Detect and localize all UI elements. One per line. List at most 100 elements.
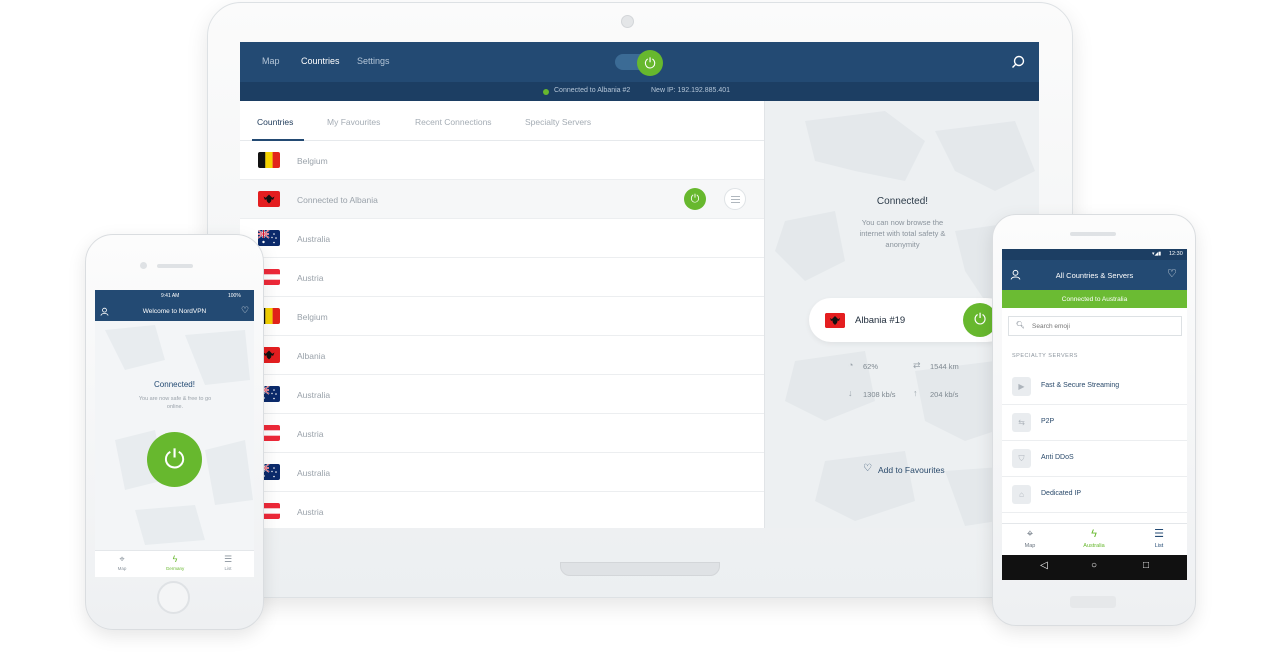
upload-speed: 204 kb/s	[930, 390, 959, 399]
iphone-title: Welcome to NordVPN	[142, 308, 207, 315]
android-screen: ▾◢▮ 12:30 All Countries & Servers ♡ Conn…	[1002, 249, 1187, 580]
country-row[interactable]: Belgium	[240, 141, 764, 180]
download-icon: ↓	[848, 388, 853, 398]
heart-icon[interactable]: ♡	[863, 463, 872, 474]
country-row[interactable]: Connected to Albania ⏻	[240, 180, 764, 219]
list-item-streaming[interactable]: ▶ Fast & Secure Streaming	[1002, 369, 1187, 405]
tab-map-label: Map	[117, 566, 127, 571]
tab-list[interactable]: ☰ List	[208, 553, 248, 571]
list-icon: ☰	[223, 554, 233, 564]
power-icon[interactable]: ⏻	[684, 188, 706, 210]
android-status-bar: ▾◢▮ 12:30	[1002, 249, 1187, 260]
tab-my-favourites[interactable]: My Favourites	[327, 117, 380, 127]
iphone-time: 9:41 AM	[161, 293, 180, 299]
tab-map[interactable]: ⌖ Map	[102, 553, 142, 571]
download-speed: 1308 kb/s	[863, 390, 896, 399]
load-icon: ◔	[848, 360, 854, 370]
albania-flag	[258, 191, 280, 207]
tab-australia[interactable]: ϟ Australia	[1069, 526, 1119, 549]
country-row[interactable]: Albania	[240, 336, 764, 375]
country-name: Belgium	[297, 156, 328, 166]
list-item-label: Dedicated IP	[1041, 490, 1082, 497]
p2p-icon: ⇆	[1012, 413, 1031, 432]
search-input[interactable]	[1032, 323, 1172, 330]
server-distance: 1544 km	[930, 362, 959, 371]
list-item-anti-ddos[interactable]: ⛉ Anti DDoS	[1002, 441, 1187, 477]
signal-icon: ▾◢▮	[1152, 251, 1162, 257]
connection-status: Connected to Albania #2	[554, 87, 631, 94]
tab-recent-connections[interactable]: Recent Connections	[415, 117, 492, 127]
list-item-label: Anti DDoS	[1041, 454, 1074, 461]
albania-flag	[825, 313, 845, 328]
search-icon[interactable]	[1010, 54, 1026, 70]
add-to-favourites-link[interactable]: Add to Favourites	[878, 465, 945, 475]
search-field[interactable]: 🔍︎	[1008, 316, 1182, 336]
country-name: Austria	[297, 507, 324, 517]
iphone-tab-bar: ⌖ Map ϟ Germany ☰ List	[95, 550, 254, 577]
top-nav-bar: Map Countries Settings ⏻	[240, 42, 1039, 82]
heart-icon[interactable]: ♡	[1167, 267, 1177, 280]
country-row[interactable]: Australia	[240, 453, 764, 492]
list-icon: ☰	[1154, 528, 1164, 540]
power-icon[interactable]: ⏻	[147, 432, 202, 487]
laptop-notch	[560, 562, 720, 576]
connected-subtitle: You can now browse the internet with tot…	[859, 218, 946, 249]
bolt-icon: ϟ	[1091, 528, 1097, 540]
iphone-home-button[interactable]	[157, 581, 190, 614]
map-pin-icon: ⌖	[1026, 528, 1034, 540]
nav-settings[interactable]: Settings	[357, 56, 390, 66]
upload-icon: ↑	[913, 388, 918, 398]
country-row[interactable]: Australia	[240, 219, 764, 258]
tab-list[interactable]: ☰ List	[1134, 526, 1184, 549]
country-row[interactable]: Belgium	[240, 297, 764, 336]
tab-map[interactable]: ⌖ Map	[1005, 526, 1055, 549]
home-icon: ⌂	[1012, 485, 1031, 504]
android-nav-bar: ◁ ○ □	[1002, 555, 1187, 580]
australia-flag	[258, 230, 280, 246]
iphone-speaker	[157, 264, 193, 268]
list-item-dedicated-ip[interactable]: ⌂ Dedicated IP	[1002, 477, 1187, 513]
nav-countries[interactable]: Countries	[301, 56, 340, 66]
country-name: Australia	[297, 234, 331, 244]
tab-countries[interactable]: Countries	[257, 117, 293, 127]
back-icon[interactable]: ◁	[1034, 560, 1054, 571]
country-name: Austria	[297, 273, 324, 283]
iphone-connected-title: Connected!	[154, 380, 195, 389]
tab-germany-label: Germany	[165, 566, 185, 571]
nav-map[interactable]: Map	[262, 56, 280, 66]
laptop-screen: Map Countries Settings ⏻ Connected to Al…	[240, 42, 1039, 528]
connected-title: Connected!	[876, 196, 929, 207]
android-header: All Countries & Servers ♡	[1002, 260, 1187, 290]
specialty-servers-heading: SPECIALTY SERVERS	[1012, 353, 1078, 359]
menu-icon[interactable]	[724, 188, 746, 210]
list-item-p2p[interactable]: ⇆ P2P	[1002, 405, 1187, 441]
shield-icon: ⛉	[1012, 449, 1031, 468]
android-bottom-speaker	[1070, 596, 1116, 608]
server-load: 62%	[863, 362, 879, 371]
tab-germany[interactable]: ϟ Germany	[155, 553, 195, 571]
tab-specialty-servers[interactable]: Specialty Servers	[525, 117, 591, 127]
country-name: Belgium	[297, 312, 328, 322]
country-row[interactable]: Austria	[240, 258, 764, 297]
list-tabs: Countries My Favourites Recent Connectio…	[240, 101, 764, 141]
map-pin-icon: ⌖	[119, 554, 125, 564]
country-row[interactable]: Austria	[240, 414, 764, 453]
tab-australia-label: Australia	[1083, 543, 1105, 549]
android-tab-bar: ⌖ Map ϟ Australia ☰ List	[1002, 523, 1187, 555]
iphone-battery: 100%	[228, 293, 241, 299]
heart-icon[interactable]: ♡	[241, 305, 249, 316]
list-item-label: P2P	[1041, 418, 1055, 425]
home-nav-icon[interactable]: ○	[1084, 560, 1104, 571]
bolt-icon: ϟ	[172, 554, 178, 564]
power-icon[interactable]: ⏻	[637, 50, 663, 76]
recents-icon[interactable]: □	[1136, 560, 1156, 571]
country-row[interactable]: Australia	[240, 375, 764, 414]
country-name: Austria	[297, 429, 324, 439]
country-row[interactable]: Austria	[240, 492, 764, 528]
server-name: Albania #19	[855, 315, 906, 326]
country-name: Connected to Albania	[297, 195, 378, 205]
new-ip: New IP: 192.192.885.401	[651, 87, 731, 94]
country-list: Belgium Connected to Albania ⏻ Australia Aus…	[240, 141, 764, 528]
iphone-screen: 9:41 AM 100% Welcome to NordVPN ♡ Connec…	[95, 290, 254, 577]
tab-list-label: List	[224, 566, 232, 571]
